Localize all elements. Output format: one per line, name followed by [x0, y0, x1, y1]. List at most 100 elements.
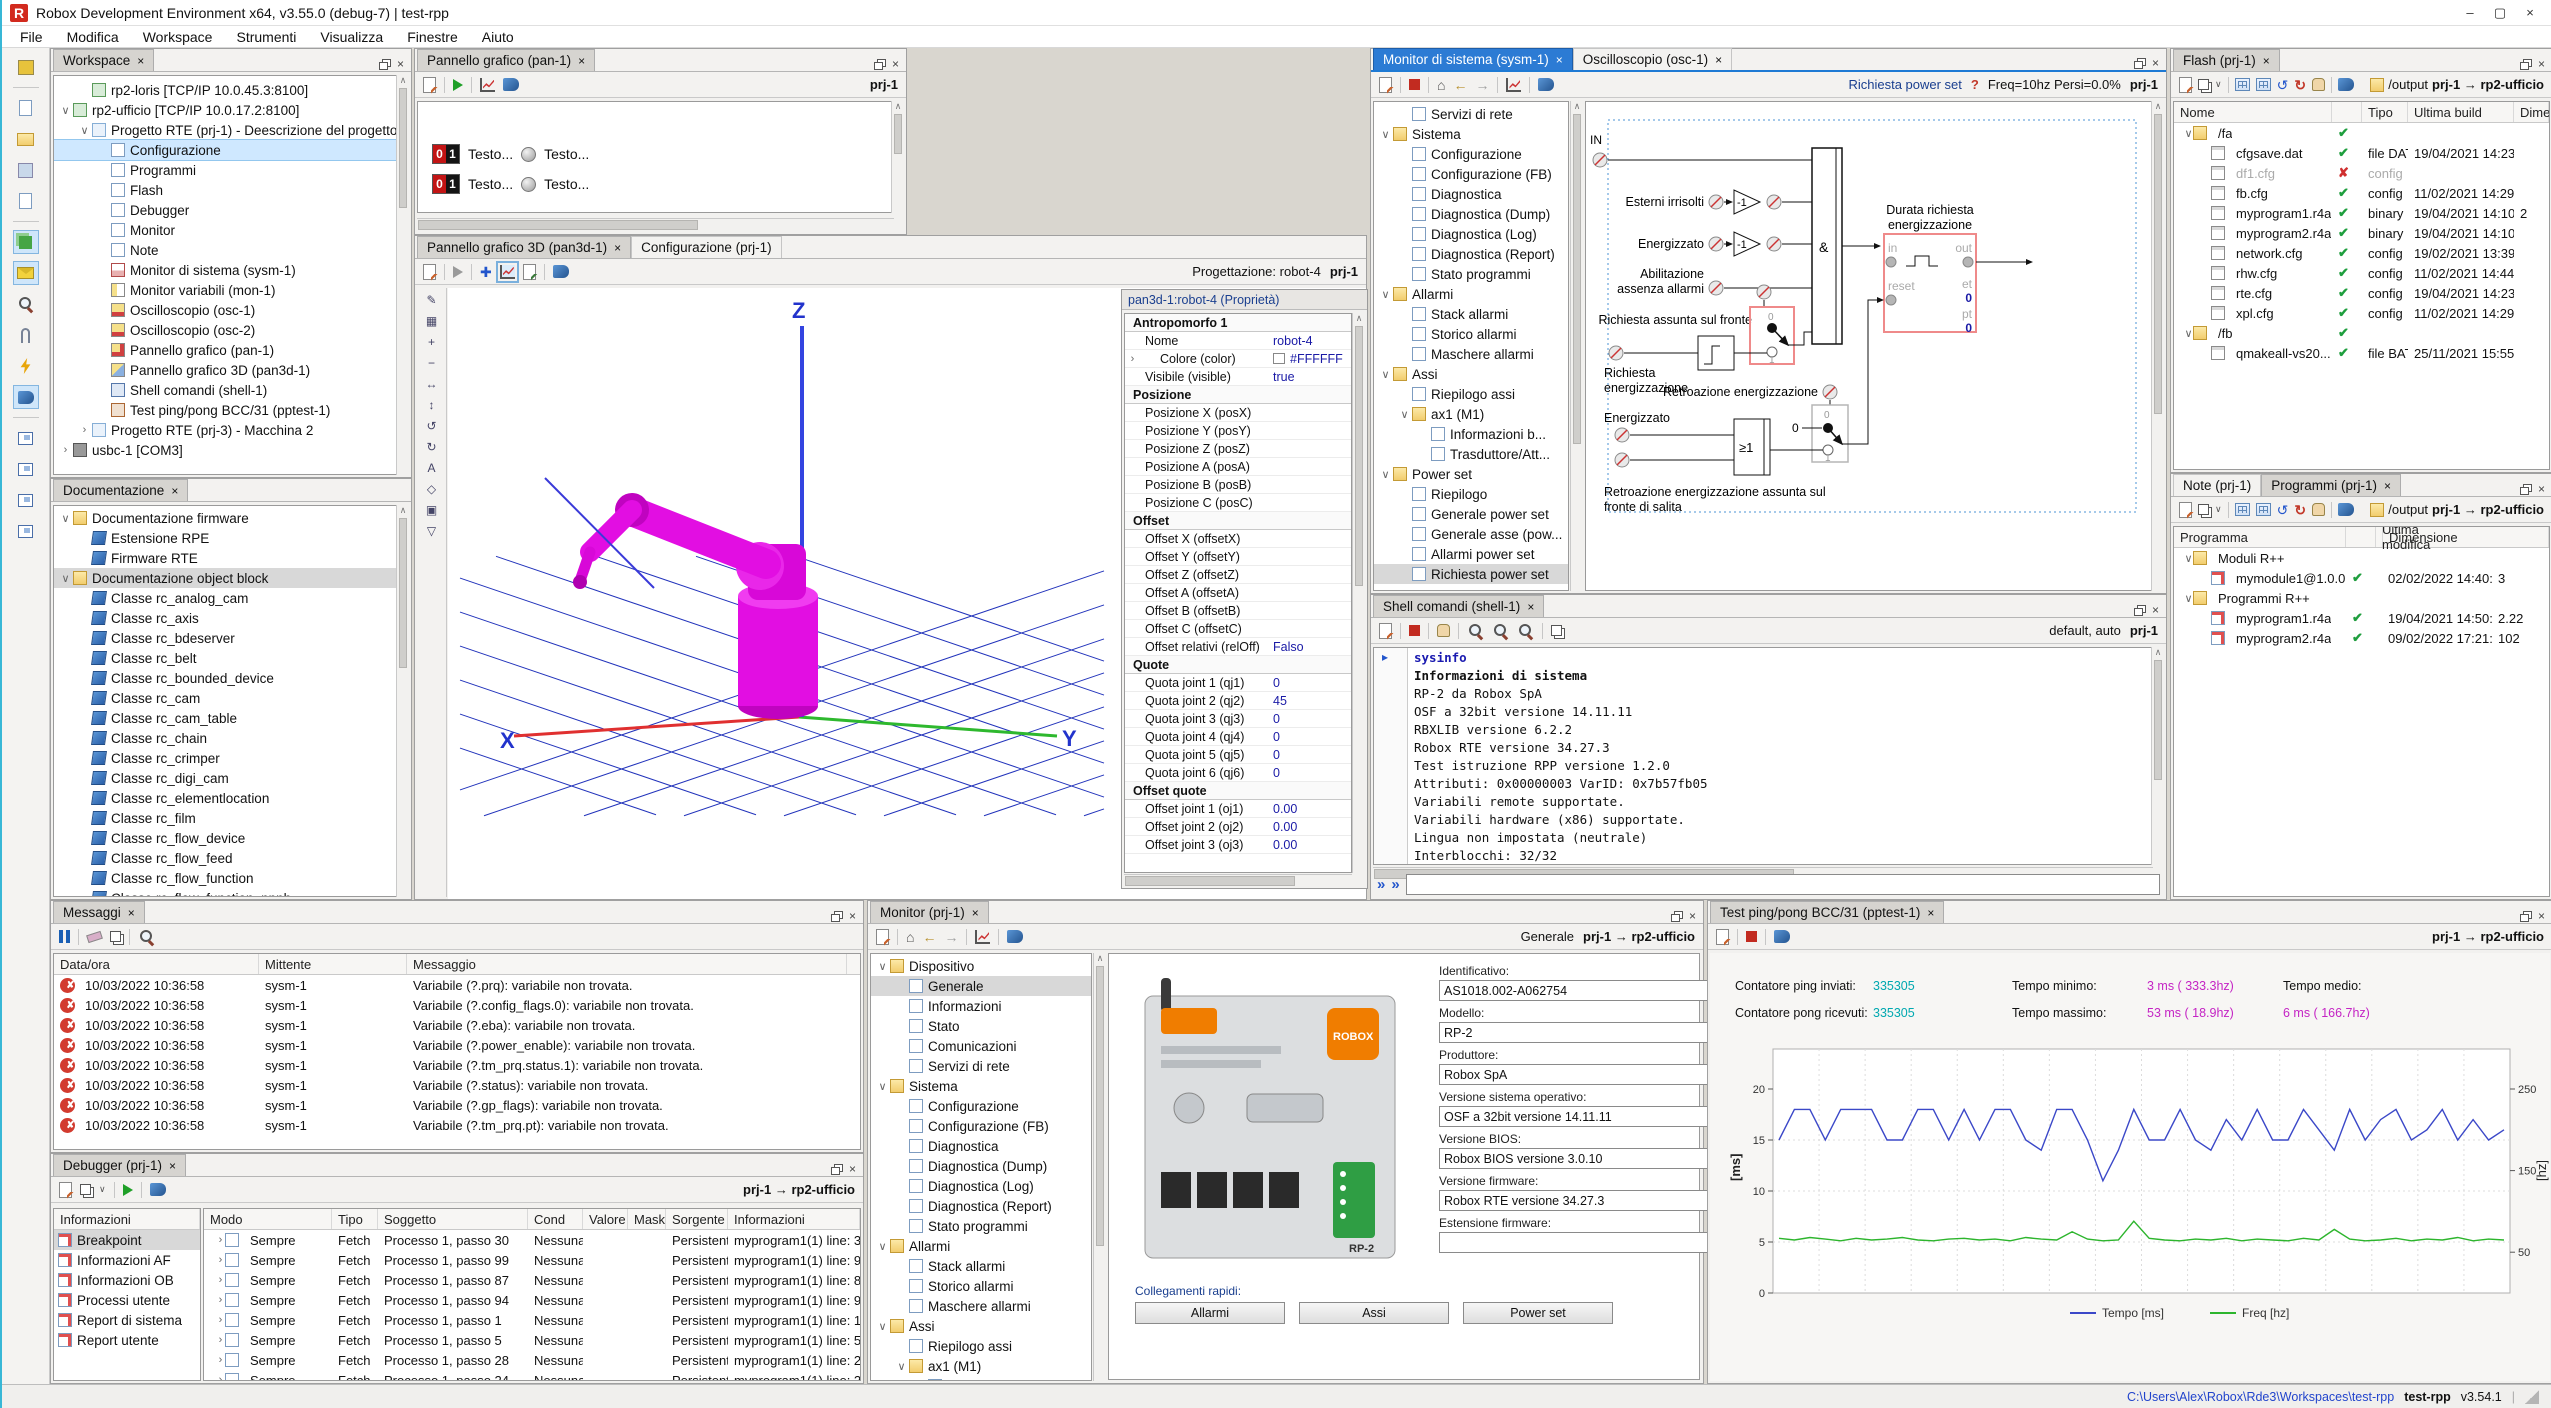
float-icon[interactable]: [2134, 608, 2143, 616]
property-row[interactable]: Offset C (offsetC): [1125, 620, 1351, 638]
documentation-tree-item[interactable]: Classe rc_flow_device: [54, 828, 396, 848]
column-header[interactable]: Dimensione: [2514, 102, 2549, 122]
system-monitor-tree-item[interactable]: Riepilogo: [1374, 484, 1568, 504]
copy-icon[interactable]: [1551, 625, 1562, 636]
view-tool-icon[interactable]: ↺: [426, 419, 436, 433]
property-group[interactable]: Offset quote: [1125, 782, 1351, 800]
sync-icon[interactable]: ↺: [2277, 78, 2289, 92]
workspace-tree-item[interactable]: ∨rp2-ufficio [TCP/IP 10.0.17.2:8100]: [54, 100, 396, 120]
column-header[interactable]: Tipo: [332, 1209, 378, 1229]
documentation-tree-item[interactable]: ∨Documentazione firmware: [54, 508, 396, 528]
scrollbar[interactable]: ∧: [2151, 647, 2164, 865]
forward-icon[interactable]: →: [944, 930, 958, 944]
breakpoint-row[interactable]: ›SempreFetchProcesso 1, passo 87NessunaP…: [204, 1270, 860, 1290]
file-row[interactable]: ∨Programmi R++: [2174, 588, 2549, 608]
system-monitor-tree-item[interactable]: ∨Assi: [1374, 364, 1568, 384]
property-group[interactable]: Quote: [1125, 656, 1351, 674]
properties-icon[interactable]: [423, 77, 436, 93]
message-row[interactable]: ✘10/03/2022 10:36:58sysm-1Variabile (?.p…: [54, 1035, 860, 1055]
build-icon[interactable]: [2235, 78, 2250, 91]
system-monitor-tree-item[interactable]: Stack allarmi: [1374, 304, 1568, 324]
file-row[interactable]: myprogram2.r4a✔binary19/04/2021 14:10:36: [2174, 223, 2549, 243]
workspace-tree-item[interactable]: Test ping/pong BCC/31 (pptest-1): [54, 400, 396, 420]
tab-documentazione[interactable]: Documentazione×: [53, 479, 188, 501]
mode-select[interactable]: default, auto: [2049, 623, 2121, 638]
help-book-icon[interactable]: [1774, 930, 1790, 943]
documentation-tree-item[interactable]: Estensione RPE: [54, 528, 396, 548]
file-row[interactable]: rte.cfg✔config19/04/2021 14:23:33: [2174, 283, 2549, 303]
expander-icon[interactable]: ∨: [875, 1240, 890, 1253]
digital-display[interactable]: 01: [432, 144, 460, 164]
window-cascade-icon[interactable]: [14, 489, 38, 511]
tab-workspace[interactable]: Workspace×: [53, 49, 154, 71]
menu-aiuto[interactable]: Aiuto: [470, 27, 526, 47]
property-row[interactable]: Quota joint 1 (qj1)0: [1125, 674, 1351, 692]
field-value[interactable]: AS1018.002-A062754: [1439, 980, 1711, 1001]
expander-icon[interactable]: ∨: [875, 1320, 890, 1333]
property-row[interactable]: Offset joint 1 (oj1)0.00: [1125, 800, 1351, 818]
message-row[interactable]: ✘10/03/2022 10:36:58sysm-1Variabile (?.t…: [54, 1115, 860, 1135]
float-icon[interactable]: [2520, 914, 2529, 922]
property-row[interactable]: Posizione B (posB): [1125, 476, 1351, 494]
expander-icon[interactable]: ∨: [875, 960, 890, 973]
workspace-tree-item[interactable]: Monitor di sistema (sysm-1): [54, 260, 396, 280]
lamp-indicator[interactable]: [521, 177, 536, 192]
close-icon[interactable]: ×: [1715, 53, 1722, 67]
workspace-path[interactable]: C:\Users\Alex\Robox\Rde3\Workspaces\test…: [2127, 1390, 2394, 1404]
properties-title[interactable]: pan3d-1:robot-4 (Proprietà): [1122, 290, 1367, 310]
expander-icon[interactable]: ∨: [58, 512, 73, 525]
property-row[interactable]: Offset Y (offsetY): [1125, 548, 1351, 566]
property-row[interactable]: Posizione X (posX): [1125, 404, 1351, 422]
expander-icon[interactable]: ›: [210, 1374, 225, 1381]
device-monitor-tree-item[interactable]: Comunicazioni: [871, 1036, 1091, 1056]
expander-icon[interactable]: ›: [210, 1294, 225, 1306]
expander-icon[interactable]: ∨: [1378, 288, 1393, 301]
column-header[interactable]: Ultima build: [2408, 102, 2514, 122]
breakpoint-row[interactable]: ›SempreFetchProcesso 1, passo 5NessunaPe…: [204, 1330, 860, 1350]
documentation-tree-item[interactable]: Classe rc_elementlocation: [54, 788, 396, 808]
close-icon[interactable]: ×: [578, 54, 585, 68]
column-header[interactable]: Ultima modifica: [2376, 527, 2383, 547]
property-row[interactable]: Posizione C (posC): [1125, 494, 1351, 512]
documentation-tree-item[interactable]: Classe rc_chain: [54, 728, 396, 748]
system-monitor-tree-item[interactable]: Trasduttore/Att...: [1374, 444, 1568, 464]
debugger-info-item[interactable]: Informazioni OB: [54, 1270, 200, 1290]
tab-oscilloscopio[interactable]: Oscilloscopio (osc-1)×: [1573, 48, 1732, 70]
scrollbar[interactable]: [417, 218, 894, 230]
breakpoint-row[interactable]: ›SempreFetchProcesso 1, passo 99NessunaP…: [204, 1250, 860, 1270]
menu-finestre[interactable]: Finestre: [395, 27, 470, 47]
pan-icon[interactable]: [2312, 503, 2325, 516]
tab-debugger[interactable]: Debugger (prj-1)×: [53, 1154, 186, 1176]
close-icon[interactable]: ×: [849, 1162, 856, 1176]
documentation-tree-item[interactable]: Firmware RTE: [54, 548, 396, 568]
message-row[interactable]: ✘10/03/2022 10:36:58sysm-1Variabile (?.s…: [54, 1075, 860, 1095]
build-icon[interactable]: [2235, 503, 2250, 516]
minimize-button[interactable]: –: [2455, 5, 2485, 21]
file-row[interactable]: ∨/fb✔: [2174, 323, 2549, 343]
close-icon[interactable]: ×: [2538, 909, 2545, 923]
close-button[interactable]: ×: [2515, 5, 2545, 21]
column-header[interactable]: Informazioni: [728, 1209, 860, 1229]
device-monitor-tree-item[interactable]: Riepilogo assi: [871, 1336, 1091, 1356]
file-row[interactable]: ∨/fa✔: [2174, 123, 2549, 143]
help-book-icon[interactable]: [503, 78, 519, 91]
column-header[interactable]: Sorgente: [666, 1209, 728, 1229]
send-command-icon[interactable]: »: [1377, 876, 1385, 893]
help-book-icon[interactable]: [2338, 78, 2354, 91]
documentation-tree-item[interactable]: Classe rc_crimper: [54, 748, 396, 768]
property-group[interactable]: Posizione: [1125, 386, 1351, 404]
layers-icon[interactable]: [2198, 504, 2209, 515]
workspace-tree-item[interactable]: Monitor: [54, 220, 396, 240]
property-row[interactable]: Nomerobot-4: [1125, 332, 1351, 350]
system-monitor-tree-item[interactable]: Servizi di rete: [1374, 104, 1568, 124]
expander-icon[interactable]: ›: [210, 1254, 225, 1266]
workspace-tree-item[interactable]: Debugger: [54, 200, 396, 220]
close-icon[interactable]: ×: [2263, 54, 2270, 68]
device-monitor-tree-item[interactable]: Diagnostica (Log): [871, 1176, 1091, 1196]
view-tool-icon[interactable]: ↕: [429, 398, 435, 412]
help-book-icon[interactable]: [150, 1183, 166, 1196]
back-icon[interactable]: ←: [922, 930, 936, 944]
scrollbar[interactable]: ∧: [1093, 953, 1106, 1381]
workspace-tree-item[interactable]: Pannello grafico 3D (pan3d-1): [54, 360, 396, 380]
expander-icon[interactable]: ∨: [2178, 127, 2193, 140]
